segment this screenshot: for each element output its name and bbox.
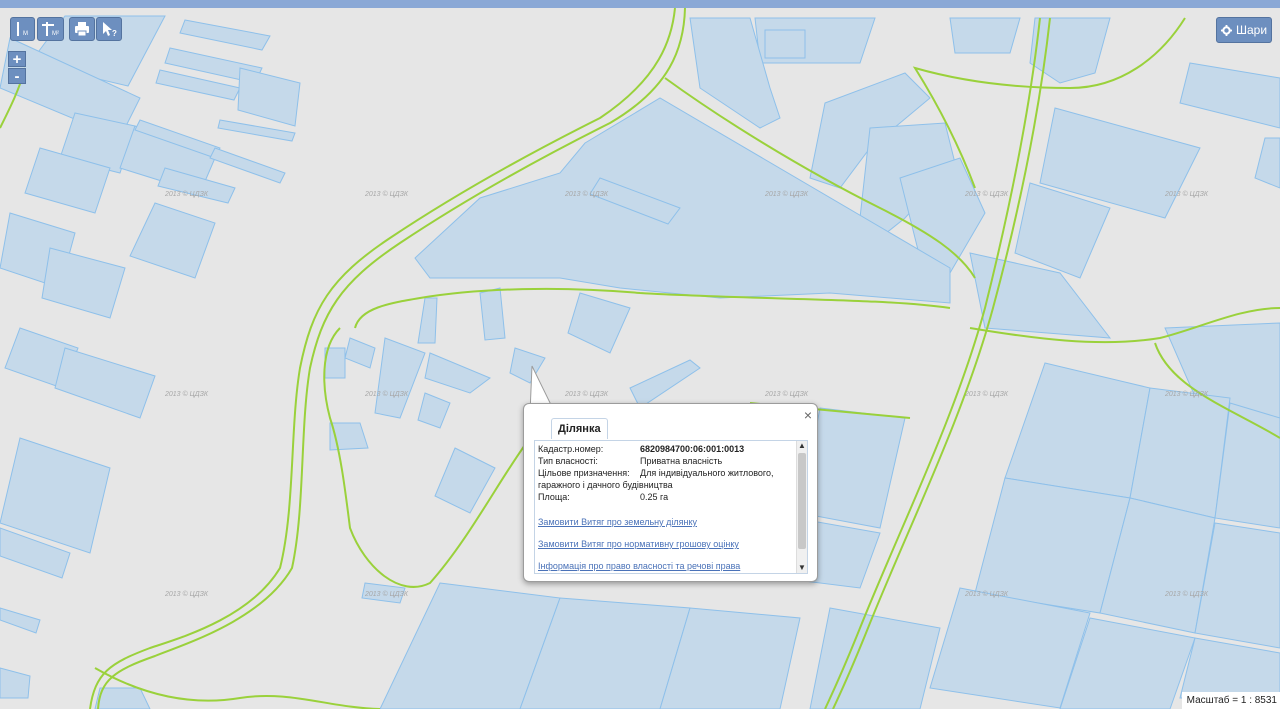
- printer-icon: [75, 22, 89, 37]
- parcel: [567, 292, 631, 354]
- watermark-text: 2013 © ЦДЗК: [164, 190, 209, 198]
- scale-indicator: Масштаб = 1 : 8531: [1181, 692, 1280, 709]
- zoom-in-button[interactable]: +: [8, 51, 26, 67]
- cursor-help-icon: ?: [103, 22, 117, 38]
- watermark-text: 2013 © ЦДЗК: [764, 190, 809, 198]
- tab-parcel[interactable]: Ділянка: [551, 418, 608, 439]
- field-row: Цільове призначення: Для індивідуального…: [535, 467, 795, 479]
- parcel: [629, 359, 701, 409]
- watermark-text: 2013 © ЦДЗК: [764, 390, 809, 398]
- cadastral-number: 6820984700:06:001:0013: [640, 444, 745, 454]
- parcel: [54, 347, 156, 419]
- parcel: [1004, 362, 1151, 499]
- field-label: Цільове призначення:: [538, 468, 630, 478]
- parcels-layer: [0, 15, 1280, 709]
- parcel: [509, 347, 546, 384]
- measure-distance-button[interactable]: М: [10, 17, 35, 41]
- watermark-text: 2013 © ЦДЗК: [164, 390, 209, 398]
- map-canvas[interactable]: 2013 © ЦДЗК 2013 © ЦДЗК 2013 © ЦДЗК 2013…: [0, 8, 1280, 709]
- field-row: Площа: 0.25 га: [535, 491, 795, 503]
- parcel: [809, 607, 941, 709]
- watermark-text: 2013 © ЦДЗК: [164, 590, 209, 598]
- measure-distance-label: М: [23, 31, 28, 37]
- parcel: [209, 147, 286, 184]
- parcel: [417, 392, 451, 429]
- svg-text:?: ?: [112, 29, 117, 38]
- field-label: Тип власності:: [538, 456, 598, 466]
- scroll-up-icon[interactable]: ▲: [797, 441, 807, 451]
- identify-button[interactable]: ?: [96, 17, 122, 41]
- layers-label: Шари: [1235, 23, 1268, 37]
- parcel: [1179, 637, 1280, 699]
- purpose-continued: гаражного і дачного будівництва: [538, 480, 673, 490]
- parcel-info-popup: × Ділянка Кадастр.номер: 6820984700:06:0…: [523, 403, 818, 582]
- parcel: [237, 67, 301, 127]
- parcel: [0, 667, 31, 699]
- popup-content[interactable]: Кадастр.номер: 6820984700:06:001:0013 Ти…: [534, 440, 808, 574]
- top-border: [0, 0, 1280, 8]
- parcel: [424, 352, 491, 394]
- watermark-text: 2013 © ЦДЗК: [1164, 590, 1209, 598]
- watermark-text: 2013 © ЦДЗК: [964, 190, 1009, 198]
- parcel: [417, 297, 438, 344]
- watermark-text: 2013 © ЦДЗК: [1164, 390, 1209, 398]
- parcel: [94, 687, 151, 709]
- parcel: [374, 337, 426, 419]
- measure-area-label: М²: [52, 31, 59, 37]
- watermark-text: 2013 © ЦДЗК: [364, 390, 409, 398]
- parcel: [479, 287, 506, 341]
- gear-icon: [1220, 24, 1232, 36]
- close-icon[interactable]: ×: [804, 407, 812, 423]
- ownership-type: Приватна власність: [640, 456, 723, 466]
- field-label: Площа:: [538, 492, 570, 502]
- field-row: Тип власності: Приватна власність: [535, 455, 795, 467]
- scroll-thumb[interactable]: [798, 453, 806, 549]
- watermark-text: 2013 © ЦДЗК: [964, 590, 1009, 598]
- scroll-down-icon[interactable]: ▼: [797, 563, 807, 573]
- parcel: [179, 19, 271, 51]
- zoom-out-button[interactable]: -: [8, 68, 26, 84]
- order-valuation-link[interactable]: Замовити Витяг про нормативну грошову оц…: [535, 539, 795, 549]
- watermark-text: 2013 © ЦДЗК: [964, 390, 1009, 398]
- ruler-icon: М: [17, 22, 28, 37]
- area-ruler-icon: М²: [42, 22, 59, 37]
- parcel: [1254, 137, 1280, 189]
- measure-area-button[interactable]: М²: [37, 17, 64, 41]
- watermark-text: 2013 © ЦДЗК: [364, 590, 409, 598]
- area-value: 0.25 га: [640, 492, 669, 502]
- purpose: Для індивідуального житлового,: [640, 468, 774, 478]
- ownership-info-link[interactable]: Інформація про право власності та речові…: [535, 561, 795, 571]
- field-row: Кадастр.номер: 6820984700:06:001:0013: [535, 443, 795, 455]
- parcel: [1179, 62, 1280, 129]
- field-label: Кадастр.номер:: [538, 444, 604, 454]
- parcel: [129, 202, 216, 279]
- parcel: [0, 607, 41, 634]
- parcel: [344, 337, 376, 369]
- order-extract-link[interactable]: Замовити Витяг про земельну ділянку: [535, 517, 795, 527]
- popup-scrollbar[interactable]: ▲ ▼: [796, 441, 807, 573]
- watermark-text: 2013 © ЦДЗК: [364, 190, 409, 198]
- print-button[interactable]: [69, 17, 95, 41]
- layers-button[interactable]: Шари: [1216, 17, 1272, 43]
- parcel: [41, 247, 126, 319]
- watermark-text: 2013 © ЦДЗК: [564, 390, 609, 398]
- parcel: [764, 29, 806, 59]
- parcel: [969, 252, 1112, 339]
- parcel: [949, 17, 1021, 54]
- parcel: [324, 347, 346, 379]
- watermark-text: 2013 © ЦДЗК: [564, 190, 609, 198]
- watermark-text: 2013 © ЦДЗК: [1164, 190, 1209, 198]
- field-row: гаражного і дачного будівництва: [535, 479, 795, 491]
